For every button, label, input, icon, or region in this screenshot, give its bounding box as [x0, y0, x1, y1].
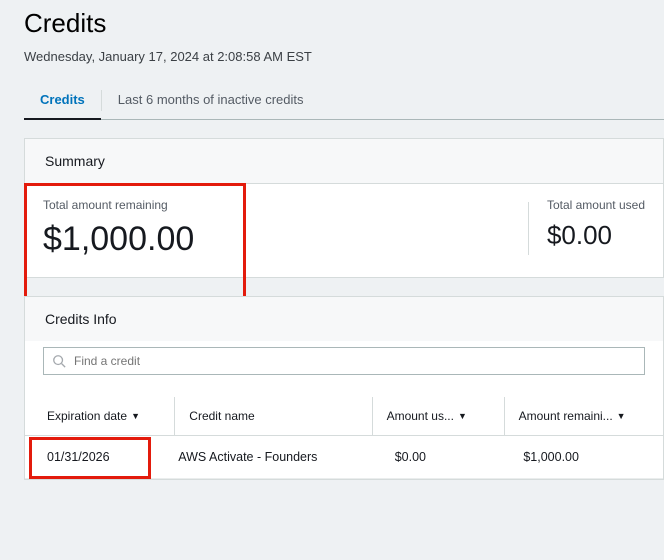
credits-table: Expiration date ▼ Credit name Amount us.… [25, 397, 663, 479]
col-expiration[interactable]: Expiration date ▼ [43, 397, 174, 435]
sort-desc-icon: ▼ [458, 411, 467, 421]
sort-desc-icon: ▼ [131, 411, 140, 421]
col-name-label: Credit name [189, 409, 254, 423]
tabs: Credits Last 6 months of inactive credit… [24, 82, 664, 120]
summary-separator [528, 202, 529, 255]
remaining-value: $1,000.00 [43, 220, 258, 259]
page-timestamp: Wednesday, January 17, 2024 at 2:08:58 A… [24, 49, 664, 64]
search-input[interactable] [74, 348, 644, 374]
cell-expiration: 01/31/2026 [43, 436, 174, 478]
col-amount-used[interactable]: Amount us... ▼ [372, 397, 504, 435]
cell-credit-name: AWS Activate - Founders [174, 436, 370, 478]
summary-title: Summary [25, 139, 663, 184]
search-icon [52, 354, 66, 368]
used-label: Total amount used [547, 198, 645, 212]
credits-info-title: Credits Info [25, 297, 663, 341]
cell-amount-remaining: $1,000.00 [503, 436, 645, 478]
summary-panel: Summary Total amount remaining $1,000.00… [24, 138, 664, 278]
summary-remaining: Total amount remaining $1,000.00 [43, 198, 258, 259]
page-title: Credits [24, 8, 664, 39]
col-credit-name[interactable]: Credit name [174, 397, 371, 435]
tab-credits[interactable]: Credits [24, 82, 101, 119]
remaining-label: Total amount remaining [43, 198, 258, 212]
search-box[interactable] [43, 347, 645, 375]
credits-info-panel: Credits Info Expiration date ▼ Credit na… [24, 296, 664, 480]
col-expiration-label: Expiration date [47, 409, 127, 423]
tab-inactive-credits[interactable]: Last 6 months of inactive credits [102, 82, 320, 119]
used-value: $0.00 [547, 220, 645, 251]
table-header: Expiration date ▼ Credit name Amount us.… [25, 397, 663, 436]
col-remaining-label: Amount remaini... [519, 409, 613, 423]
table-row[interactable]: 01/31/2026 AWS Activate - Founders $0.00… [25, 436, 663, 479]
cell-amount-used: $0.00 [371, 436, 504, 478]
col-amount-remaining[interactable]: Amount remaini... ▼ [504, 397, 645, 435]
summary-used: Total amount used $0.00 [547, 198, 645, 259]
sort-desc-icon: ▼ [617, 411, 626, 421]
col-used-label: Amount us... [387, 409, 454, 423]
